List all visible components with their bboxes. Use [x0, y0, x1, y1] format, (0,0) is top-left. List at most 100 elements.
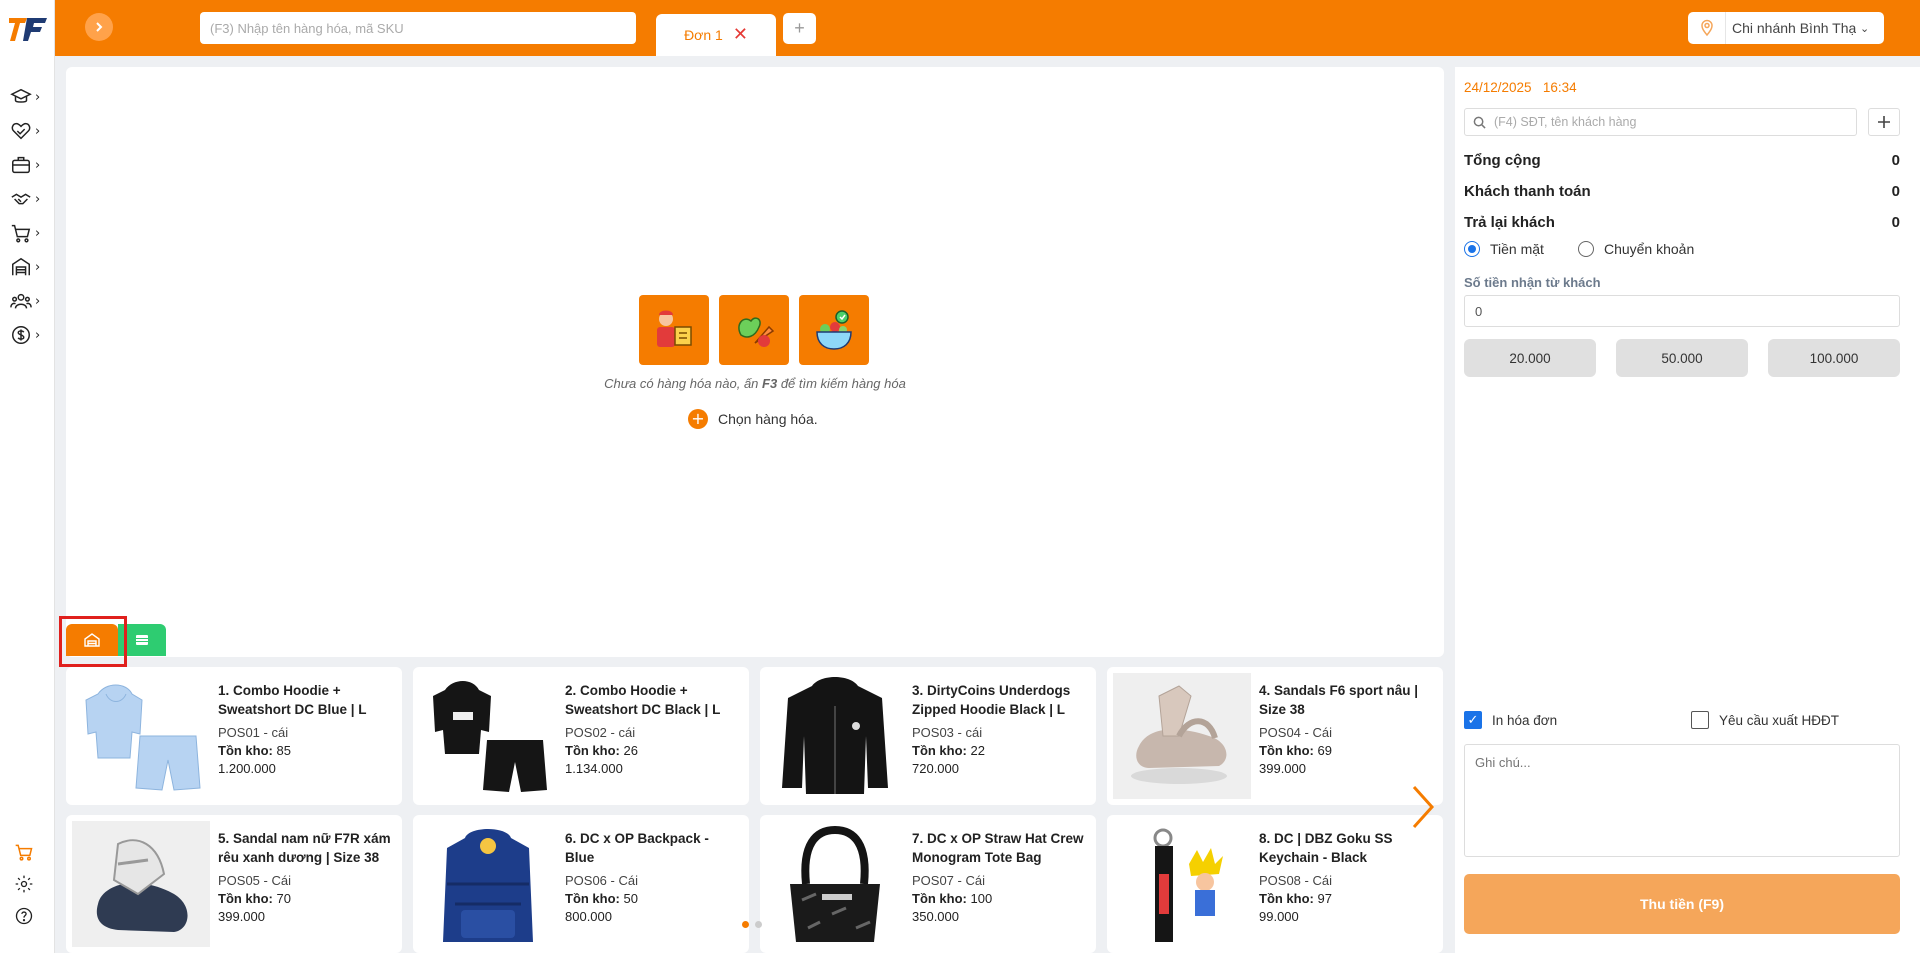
product-image-hoodie-black — [419, 673, 557, 799]
product-stock: Tồn kho: 97 — [1259, 891, 1332, 906]
product-image-backpack — [419, 821, 557, 947]
sidebar-item-customers-care[interactable]: › — [10, 118, 50, 144]
print-invoice-option[interactable]: ✓ In hóa đơn — [1464, 711, 1557, 729]
pagination-dots — [742, 921, 762, 928]
paid-value: 0 — [1891, 183, 1900, 200]
product-image-sandal-grey — [72, 821, 210, 947]
product-image-zipped-hoodie — [766, 673, 904, 799]
sidebar-item-partners[interactable]: › — [10, 186, 50, 212]
product-sku: POS02 - cái — [565, 725, 636, 740]
transfer-radio[interactable] — [1577, 241, 1594, 257]
add-customer-button[interactable] — [1868, 108, 1900, 136]
chevron-right-icon: › — [35, 191, 41, 207]
choose-products-button[interactable]: + Chọn hàng hóa. — [688, 409, 818, 429]
app-logo[interactable] — [7, 14, 49, 44]
chevron-right-icon: › — [35, 89, 41, 105]
sidebar-item-finance[interactable]: › — [10, 322, 50, 348]
list-view-button[interactable] — [118, 624, 166, 656]
product-card[interactable]: 3. DirtyCoins Underdogs Zipped Hoodie Bl… — [760, 667, 1096, 805]
empty-state-illustrations — [639, 295, 869, 365]
tab-order-1[interactable]: Đơn 1 ✕ — [656, 14, 776, 56]
product-card[interactable]: 8. DC | DBZ Goku SS Keychain - Black POS… — [1107, 815, 1443, 953]
cart-button[interactable] — [12, 840, 36, 864]
cart-icon — [15, 844, 33, 861]
cart-panel: Chưa có hàng hóa nào, ấn F3 để tìm kiếm … — [66, 67, 1444, 657]
vegetables-icon — [719, 295, 789, 365]
payment-panel: 24/12/2025 16:34 (F4) SĐT, tên khách hàn… — [1455, 67, 1920, 953]
help-icon — [15, 907, 33, 925]
sidebar-item-sales[interactable]: › — [10, 220, 50, 246]
chevron-right-icon — [96, 22, 103, 32]
add-tab-button[interactable]: + — [783, 13, 816, 44]
product-price: 1.200.000 — [218, 761, 276, 776]
collect-payment-button[interactable]: Thu tiền (F9) — [1464, 874, 1900, 934]
product-grid: 1. Combo Hoodie + Sweatshort DC Blue | L… — [66, 667, 1444, 953]
quick-amount-100000[interactable]: 100.000 — [1768, 339, 1900, 377]
quick-amount-50000[interactable]: 50.000 — [1616, 339, 1748, 377]
product-price: 1.134.000 — [565, 761, 623, 776]
handshake-icon — [11, 193, 31, 205]
transfer-label: Chuyển khoản — [1603, 241, 1695, 257]
product-card[interactable]: 1. Combo Hoodie + Sweatshort DC Blue | L… — [66, 667, 402, 805]
next-page-arrow-icon[interactable] — [1408, 783, 1436, 831]
sidebar-item-business[interactable]: › — [10, 152, 50, 178]
product-sku: POS08 - Cái — [1259, 873, 1332, 888]
cash-radio[interactable] — [1464, 241, 1480, 257]
dollar-coin-icon — [12, 326, 30, 344]
product-sku: POS06 - Cái — [565, 873, 638, 888]
customer-search-input[interactable]: (F4) SĐT, tên khách hàng — [1464, 108, 1857, 136]
sidebar-item-training[interactable]: › — [10, 84, 50, 110]
grid-view-button[interactable] — [66, 624, 118, 656]
product-name: 6. DC x OP Backpack - Blue — [565, 831, 709, 865]
search-icon — [1473, 116, 1486, 129]
help-button[interactable] — [12, 904, 36, 928]
product-name: 5. Sandal nam nữ F7R xám rêu xanh dương … — [218, 831, 391, 865]
product-sku: POS04 - Cái — [1259, 725, 1332, 740]
product-stock: Tồn kho: 50 — [565, 891, 638, 906]
total-row: Tổng cộng 0 — [1464, 152, 1900, 169]
product-search-input[interactable] — [200, 12, 636, 44]
close-icon[interactable]: ✕ — [733, 26, 748, 44]
product-price: 720.000 — [912, 761, 959, 776]
note-textarea[interactable] — [1464, 744, 1900, 857]
received-amount-label: Số tiền nhận từ khách — [1464, 275, 1601, 290]
sidebar-item-warehouse[interactable]: › — [10, 254, 50, 280]
product-image-hoodie-blue — [72, 673, 210, 799]
warehouse-icon — [12, 257, 30, 276]
product-stock: Tồn kho: 22 — [912, 743, 985, 758]
product-card[interactable]: 5. Sandal nam nữ F7R xám rêu xanh dương … — [66, 815, 402, 953]
product-sku: POS07 - Cái — [912, 873, 985, 888]
sidebar-item-staff[interactable]: › — [10, 288, 50, 314]
graduation-cap-icon — [10, 88, 32, 103]
product-image-tote-bag — [766, 821, 904, 947]
chevron-right-icon: › — [35, 123, 41, 139]
print-invoice-checkbox[interactable]: ✓ — [1464, 711, 1482, 729]
product-sku: POS05 - Cái — [218, 873, 291, 888]
quick-amount-20000[interactable]: 20.000 — [1464, 339, 1596, 377]
e-invoice-checkbox[interactable] — [1691, 711, 1709, 729]
settings-button[interactable] — [12, 872, 36, 896]
page-dot-1[interactable] — [742, 921, 749, 928]
product-card[interactable]: 2. Combo Hoodie + Sweatshort DC Black | … — [413, 667, 749, 805]
received-amount-input[interactable] — [1464, 295, 1900, 327]
e-invoice-option[interactable]: Yêu cầu xuất HĐĐT — [1691, 711, 1839, 729]
gear-icon — [15, 875, 33, 893]
chevron-right-icon: › — [35, 157, 41, 173]
branch-name: Chi nhánh Bình Thạnh — [1732, 20, 1856, 36]
expand-sidebar-button[interactable] — [85, 13, 113, 41]
product-card[interactable]: 6. DC x OP Backpack - Blue POS06 - Cái T… — [413, 815, 749, 953]
branch-select[interactable]: Chi nhánh Bình Thạnh ⌄ — [1688, 12, 1884, 44]
order-datetime: 24/12/2025 16:34 — [1464, 80, 1577, 95]
product-price: 399.000 — [218, 909, 265, 924]
product-card[interactable]: 7. DC x OP Straw Hat Crew Monogram Tote … — [760, 815, 1096, 953]
chevron-down-icon: ⌄ — [1860, 21, 1870, 35]
product-price: 800.000 — [565, 909, 612, 924]
product-card[interactable]: 4. Sandals F6 sport nâu | Size 38 POS04 … — [1107, 667, 1443, 805]
cash-label: Tiền mặt — [1490, 241, 1544, 257]
payment-methods: Tiền mặt Chuyển khoản — [1464, 241, 1694, 257]
plus-circle-icon: + — [688, 409, 708, 429]
page-dot-2[interactable] — [755, 921, 762, 928]
product-sku: POS01 - cái — [218, 725, 289, 740]
product-name: 7. DC x OP Straw Hat Crew Monogram Tote … — [912, 831, 1084, 865]
product-price: 99.000 — [1259, 909, 1299, 924]
